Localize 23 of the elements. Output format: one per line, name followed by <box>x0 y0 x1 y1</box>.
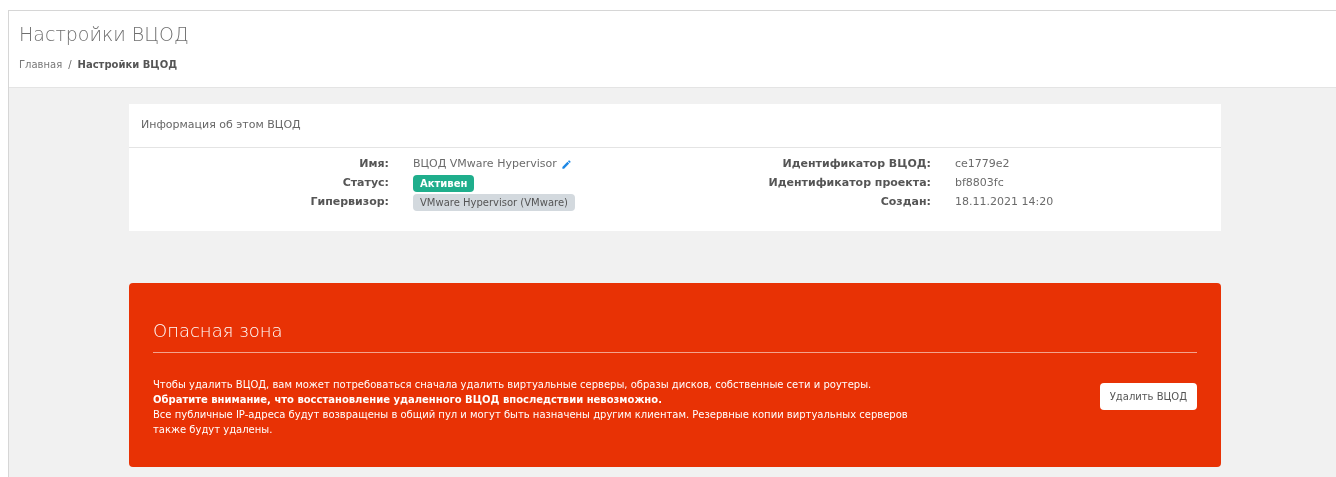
breadcrumb-separator: / <box>68 57 72 72</box>
field-label: Статус: <box>341 175 389 192</box>
pencil-icon[interactable] <box>560 159 572 170</box>
status-badge: Активен <box>413 175 475 192</box>
danger-zone-title: Опасная зона <box>153 318 284 343</box>
paragraph: Все публичные IP-адреса будут возвращены в общий пул и могут быть назначены другим клиентам. Резервные копии виртуальных серверов также будут удалены. <box>153 407 909 437</box>
field-label: Создан: <box>879 194 931 211</box>
page-title: Настройки ВЦОД <box>19 23 190 47</box>
field-value: ce1779e2 <box>955 156 1010 173</box>
field-label: Идентификатор проекта: <box>767 175 931 192</box>
hypervisor-badge: VMware Hypervisor (VMware) <box>413 194 575 211</box>
card-title: Информация об этом ВЦОД <box>141 118 301 131</box>
warning-text: Обратите внимание, что восстановление удаленного ВЦОД впоследствии невозможно. <box>153 392 663 407</box>
field-label: Имя: <box>358 156 389 173</box>
field-value: bf8803fc <box>955 175 1004 192</box>
breadcrumb-link[interactable]: Главная <box>19 56 63 72</box>
field-label: Идентификатор ВЦОД: <box>781 156 931 173</box>
delete-button[interactable]: Удалить ВЦОД <box>1099 382 1197 410</box>
field-value: ВЦОД VMware Hypervisor <box>413 156 557 173</box>
field-value: 18.11.2021 14:20 <box>955 194 1054 211</box>
paragraph: Чтобы удалить ВЦОД, вам может потребоваться сначала удалить виртуальные серверы, образы дисков, собственные сети и роутеры. <box>153 377 873 392</box>
breadcrumb-current: Настройки ВЦОД <box>77 57 178 72</box>
field-label: Гипервизор: <box>309 194 389 211</box>
